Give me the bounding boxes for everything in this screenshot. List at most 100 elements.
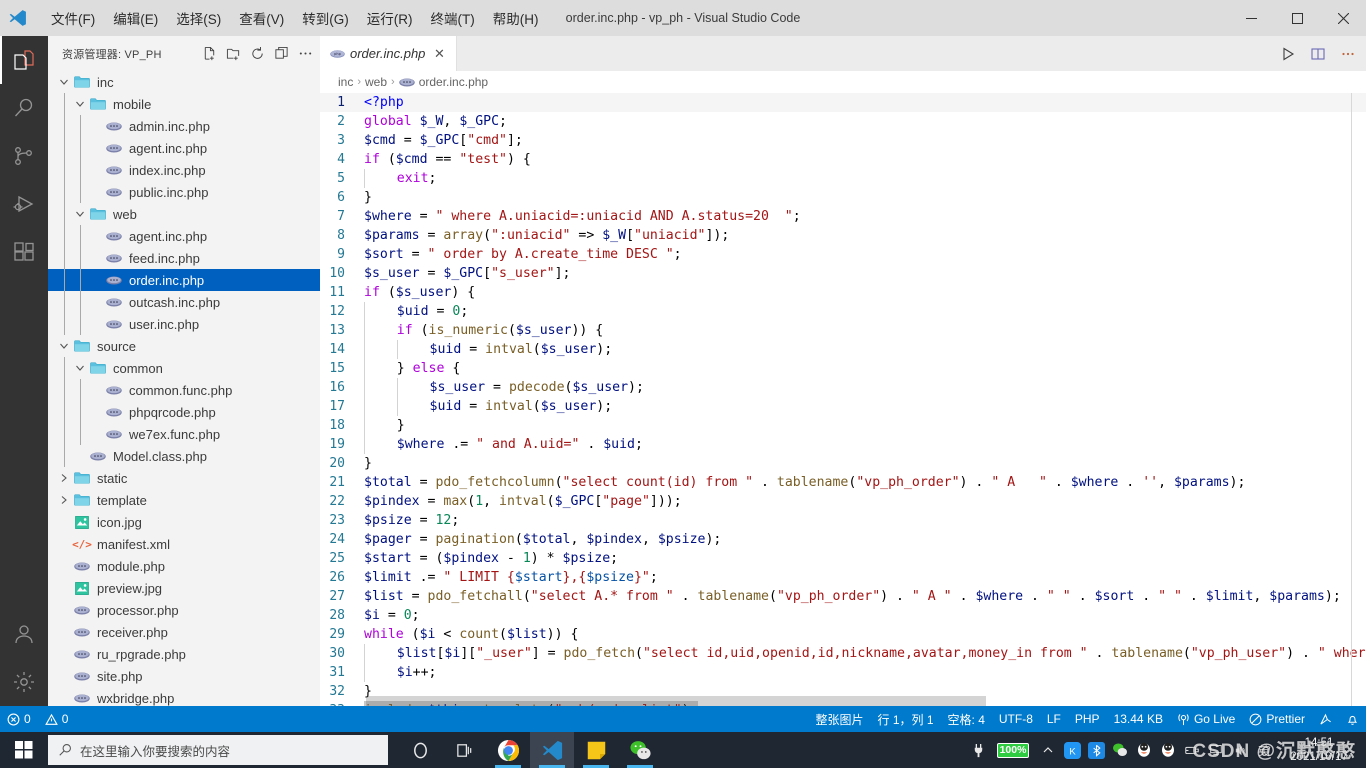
cortana-icon[interactable] [398, 732, 442, 768]
chevron-right-icon[interactable] [56, 467, 72, 489]
minimize-button[interactable] [1228, 0, 1274, 36]
status-cursor-position[interactable]: 行 1，列 1 [871, 706, 941, 732]
run-play-icon[interactable] [1274, 40, 1302, 68]
code-line[interactable]: 17 $uid = intval($s_user); [320, 397, 1366, 416]
tree-file-row[interactable]: phpqrcode.php [48, 401, 320, 423]
wechat-icon[interactable] [1108, 732, 1132, 768]
power-plug-icon[interactable] [966, 732, 990, 768]
tree-file-row[interactable]: processor.php [48, 599, 320, 621]
tree-file-row[interactable]: common.func.php [48, 379, 320, 401]
tree-file-row[interactable]: feed.inc.php [48, 247, 320, 269]
problems-errors[interactable]: 0 [0, 706, 38, 732]
tree-file-row[interactable]: module.php [48, 555, 320, 577]
chevron-right-icon[interactable] [56, 489, 72, 511]
tree-file-row[interactable]: ru_rpgrade.php [48, 643, 320, 665]
vscode-icon[interactable] [530, 732, 574, 768]
more-actions-icon[interactable] [294, 43, 316, 65]
code-line[interactable]: 3 $cmd = $_GPC["cmd"]; [320, 131, 1366, 150]
bluetooth-icon[interactable] [1084, 732, 1108, 768]
files-explorer-icon[interactable] [0, 36, 48, 84]
code-line[interactable]: 16 $s_user = pdecode($s_user); [320, 378, 1366, 397]
status-notifications[interactable] [1339, 706, 1366, 732]
tree-file-row[interactable]: Model.class.php [48, 445, 320, 467]
code-line[interactable]: 13 if (is_numeric($s_user)) { [320, 321, 1366, 340]
code-line[interactable]: 25 $start = ($pindex - 1) * $psize; [320, 549, 1366, 568]
horizontal-scrollbar-thumb[interactable] [366, 696, 986, 706]
horizontal-scrollbar[interactable] [320, 696, 1366, 706]
tree-folder-row[interactable]: static [48, 467, 320, 489]
code-editor[interactable]: 1 <?php 2 global $_W, $_GPC; 3 $cmd = $_GPC["… [320, 93, 1366, 706]
code-line[interactable]: 31 $i++; [320, 663, 1366, 682]
breadcrumb-item[interactable]: web [365, 75, 387, 89]
tree-file-row[interactable]: agent.inc.php [48, 137, 320, 159]
tree-file-row[interactable]: receiver.php [48, 621, 320, 643]
code-line[interactable]: 21 $total = pdo_fetchcolumn("select count… [320, 473, 1366, 492]
more-actions-icon[interactable] [1334, 40, 1362, 68]
refresh-icon[interactable] [246, 43, 268, 65]
network-icon[interactable] [1204, 732, 1228, 768]
breadcrumb-item[interactable]: inc [338, 75, 353, 89]
code-line[interactable]: 18 } [320, 416, 1366, 435]
code-line[interactable]: 27 $list = pdo_fetchall("select A.* from … [320, 587, 1366, 606]
status-encoding[interactable]: UTF-8 [992, 706, 1040, 732]
code-line[interactable]: 1 <?php [320, 93, 1366, 112]
search-icon[interactable] [0, 84, 48, 132]
extensions-icon[interactable] [0, 228, 48, 276]
tree-file-row[interactable]: wxbridge.php [48, 687, 320, 706]
close-button[interactable] [1320, 0, 1366, 36]
code-line[interactable]: 6} [320, 188, 1366, 207]
status-feedback[interactable] [1312, 706, 1339, 732]
chevron-down-icon[interactable] [72, 357, 88, 379]
menu-selection[interactable]: 选择(S) [167, 4, 230, 32]
usb-icon[interactable] [1180, 732, 1204, 768]
tab-order-inc-php[interactable]: php order.inc.php ✕ [320, 36, 458, 71]
code-line[interactable]: 19 $where .= " and A.uid=" . $uid; [320, 435, 1366, 454]
status-file-size[interactable]: 13.44 KB [1107, 706, 1170, 732]
status-go-live[interactable]: Go Live [1170, 706, 1242, 732]
settings-gear-icon[interactable] [0, 658, 48, 706]
code-line[interactable]: 26 $limit .= " LIMIT {$start},{$psize}"; [320, 568, 1366, 587]
menu-run[interactable]: 运行(R) [358, 4, 422, 32]
tree-file-row[interactable]: user.inc.php [48, 313, 320, 335]
tree-folder-row[interactable]: inc [48, 71, 320, 93]
kingsoft-icon[interactable]: K [1060, 732, 1084, 768]
close-icon[interactable]: ✕ [430, 45, 448, 63]
code-line[interactable]: 10 $s_user = $_GPC["s_user"]; [320, 264, 1366, 283]
menu-edit[interactable]: 编辑(E) [104, 4, 167, 32]
tree-file-row[interactable]: index.inc.php [48, 159, 320, 181]
battery-icon[interactable]: 100% [990, 732, 1036, 768]
tree-file-row[interactable]: site.php [48, 665, 320, 687]
chevron-down-icon[interactable] [72, 93, 88, 115]
account-icon[interactable] [0, 610, 48, 658]
chevron-down-icon[interactable] [56, 71, 72, 93]
code-line[interactable]: 4 if ($cmd == "test") { [320, 150, 1366, 169]
code-line[interactable]: 24 $pager = pagination($total, $pindex, $… [320, 530, 1366, 549]
tree-folder-row[interactable]: template [48, 489, 320, 511]
problems-warnings[interactable]: 0 [38, 706, 76, 732]
tree-file-row[interactable]: public.inc.php [48, 181, 320, 203]
volume-icon[interactable] [1228, 732, 1252, 768]
tree-file-row[interactable]: preview.jpg [48, 577, 320, 599]
run-and-debug-icon[interactable] [0, 180, 48, 228]
code-line[interactable]: 8 $params = array(":uniacid" => $_W["unia… [320, 226, 1366, 245]
task-view-icon[interactable] [442, 732, 486, 768]
code-line[interactable]: 2 global $_W, $_GPC; [320, 112, 1366, 131]
split-editor-icon[interactable] [1304, 40, 1332, 68]
qq-icon[interactable] [1132, 732, 1156, 768]
ime-icon[interactable]: 英 [1252, 732, 1276, 768]
code-line[interactable]: 11 if ($s_user) { [320, 283, 1366, 302]
wechat-icon[interactable] [618, 732, 662, 768]
new-file-button[interactable] [198, 43, 220, 65]
breadcrumb-item[interactable]: order.inc.php [398, 75, 488, 89]
code-line[interactable]: 15 } else { [320, 359, 1366, 378]
menu-view[interactable]: 查看(V) [230, 4, 293, 32]
menu-go[interactable]: 转到(G) [293, 4, 358, 32]
tree-folder-row[interactable]: web [48, 203, 320, 225]
status-indentation[interactable]: 空格: 4 [941, 706, 992, 732]
status-language-mode[interactable]: PHP [1068, 706, 1107, 732]
source-control-icon[interactable] [0, 132, 48, 180]
code-line[interactable]: 7 $where = " where A.uniacid=:uniacid AND… [320, 207, 1366, 226]
code-line[interactable]: 29 while ($i < count($list)) { [320, 625, 1366, 644]
status-prettier[interactable]: Prettier [1242, 706, 1312, 732]
code-line[interactable]: 22 $pindex = max(1, intval($_GPC["page"])… [320, 492, 1366, 511]
